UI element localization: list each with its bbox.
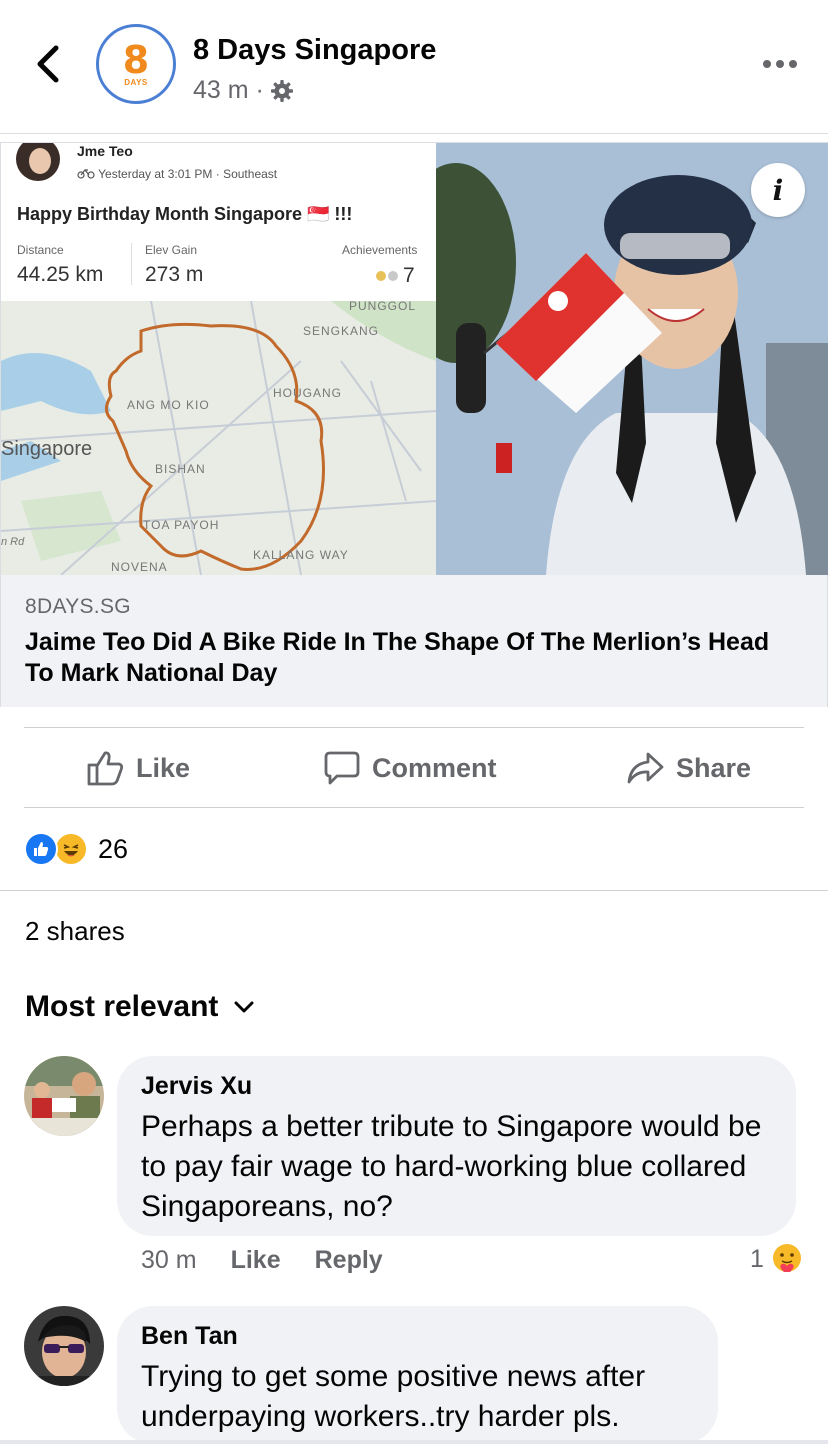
post-meta: 43 m · <box>193 76 294 105</box>
medal-icon <box>376 271 398 281</box>
strava-time-text: Yesterday at 3:01 PM · Southeast <box>98 167 278 181</box>
comment-like-button[interactable]: Like <box>231 1246 281 1275</box>
stat-label-achievements: Achievements <box>342 243 418 257</box>
share-icon <box>627 752 664 784</box>
comment-time[interactable]: 30 m <box>141 1246 197 1275</box>
commenter-avatar[interactable] <box>24 1306 104 1386</box>
map-label-road: n Rd <box>1 536 25 548</box>
comment-label: Comment <box>372 752 497 783</box>
comment-actions: 30 m Like Reply <box>141 1246 383 1275</box>
reactions-summary[interactable]: 26 <box>24 832 128 866</box>
route-map: PUNGGOL SENGKANG HOUGANG ANG MO KIO BISH… <box>1 301 436 575</box>
page-avatar[interactable]: 8 DAYS <box>96 24 176 104</box>
haha-reaction-icon <box>54 832 88 866</box>
link-domain: 8DAYS.SG <box>25 595 131 618</box>
page-name[interactable]: 8 Days Singapore <box>193 34 436 67</box>
sort-label: Most relevant <box>25 990 219 1023</box>
gear-icon <box>270 79 293 102</box>
like-label: Like <box>136 752 191 783</box>
map-label-bishan: BISHAN <box>155 462 206 476</box>
comment-author[interactable]: Jervis Xu <box>141 1072 772 1101</box>
comment-bubble[interactable]: Ben Tan Trying to get some positive news… <box>117 1306 718 1444</box>
comment-button[interactable]: Comment <box>324 728 497 808</box>
stat-value-achievements: 7 <box>403 264 415 287</box>
comment-text: Trying to get some positive news after u… <box>141 1360 646 1433</box>
map-label-hougang: HOUGANG <box>273 386 342 400</box>
info-icon: i <box>772 173 784 207</box>
comment-author[interactable]: Ben Tan <box>141 1322 694 1351</box>
stat-value-elev-gain: 273 m <box>145 263 204 286</box>
comment-text: Perhaps a better tribute to Singapore wo… <box>141 1110 762 1223</box>
post-action-bar: Like Comment Share <box>24 727 804 808</box>
care-reaction-icon <box>772 1244 801 1272</box>
logo-digit: 8 <box>122 37 150 82</box>
achievements-row: 7 <box>375 264 415 288</box>
more-options-button[interactable] <box>760 50 800 78</box>
bottom-edge <box>0 1440 828 1444</box>
strava-activity-screenshot: Jme Teo Yesterday at 3:01 PM · Southeast… <box>1 143 436 575</box>
link-preview-text[interactable]: 8DAYS.SG Jaime Teo Did A Bike Ride In Th… <box>1 575 827 707</box>
comment-sort-dropdown[interactable]: Most relevant <box>25 990 254 1024</box>
stat-divider <box>131 243 132 285</box>
shares-count[interactable]: 2 shares <box>25 916 125 947</box>
like-button[interactable]: Like <box>86 728 190 808</box>
link-title: Jaime Teo Did A Bike Ride In The Shape O… <box>25 628 770 687</box>
map-label-toa-payoh: TOA PAYOH <box>143 518 219 532</box>
chevron-left-icon <box>37 45 59 83</box>
link-preview-card[interactable]: Jme Teo Yesterday at 3:01 PM · Southeast… <box>0 142 828 707</box>
strava-activity-time: Yesterday at 3:01 PM · Southeast <box>77 167 277 181</box>
comment-reaction-summary[interactable]: 1 <box>750 1242 804 1276</box>
post-header: 8 DAYS 8 Days Singapore 43 m · <box>0 0 828 134</box>
map-label-kallang-way: KALLANG WAY <box>253 548 349 562</box>
map-label-ang-mo-kio: ANG MO KIO <box>127 398 210 412</box>
divider <box>0 890 828 891</box>
map-label-sengkang: SENGKANG <box>303 324 379 338</box>
logo-subtext: DAYS <box>124 77 148 87</box>
comment-reply-button[interactable]: Reply <box>315 1246 383 1275</box>
stat-label-elev-gain: Elev Gain <box>145 243 198 257</box>
jervis-xu-avatar-image <box>24 1056 104 1136</box>
strava-user-name: Jme Teo <box>77 143 133 159</box>
strava-user-avatar <box>16 143 60 181</box>
comment-bubble[interactable]: Jervis Xu Perhaps a better tribute to Si… <box>117 1056 796 1236</box>
link-preview-image[interactable]: Jme Teo Yesterday at 3:01 PM · Southeast… <box>1 143 828 575</box>
commenter-avatar[interactable] <box>24 1056 104 1136</box>
thumbs-up-icon <box>87 751 124 786</box>
share-button[interactable]: Share <box>626 728 751 808</box>
map-label-novena: NOVENA <box>111 560 168 574</box>
stat-value-distance: 44.25 km <box>17 263 104 286</box>
reaction-count: 26 <box>98 833 129 864</box>
like-reaction-icon <box>24 832 58 866</box>
bike-icon <box>77 169 95 179</box>
map-label-punggol: PUNGGOL <box>349 301 416 313</box>
comment-icon <box>324 751 360 785</box>
map-label-singapore: Singapore <box>1 438 92 460</box>
strava-activity-title: Happy Birthday Month Singapore 🇸🇬 !!! <box>17 204 353 224</box>
stat-label-distance: Distance <box>17 243 64 257</box>
more-icon <box>763 60 797 68</box>
back-button[interactable] <box>28 40 68 88</box>
chevron-down-icon <box>234 1001 254 1013</box>
cyclist-photo: i <box>436 143 828 575</box>
share-label: Share <box>676 752 752 783</box>
post-time[interactable]: 43 m · <box>193 76 264 105</box>
ben-tan-avatar-image <box>24 1306 104 1386</box>
info-button[interactable]: i <box>751 163 805 217</box>
comment-reaction-count: 1 <box>750 1244 764 1273</box>
